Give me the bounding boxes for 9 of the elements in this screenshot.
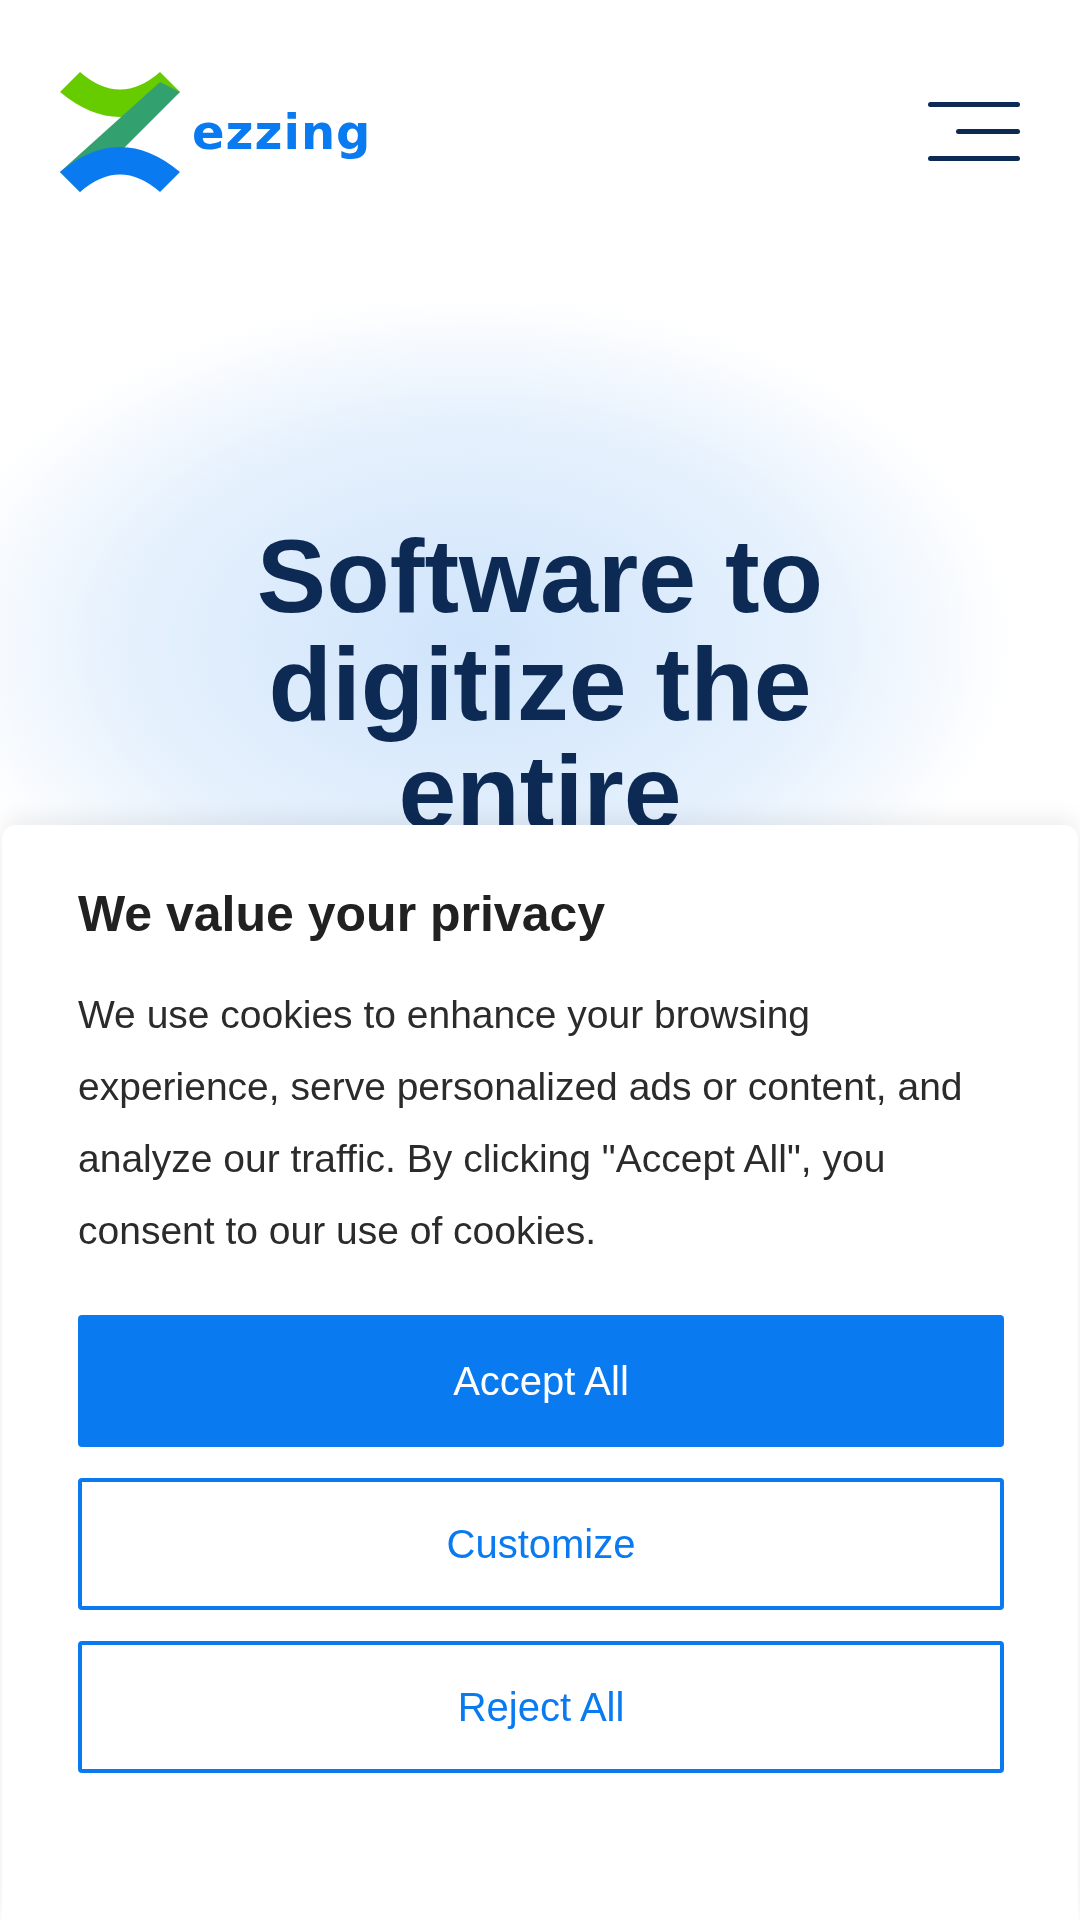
menu-icon[interactable] — [928, 100, 1020, 164]
banner-title: We value your privacy — [78, 885, 607, 943]
logo-mark-icon — [60, 72, 180, 192]
accept-button[interactable]: Accept All — [78, 1315, 1004, 1447]
banner-text: We use cookies to enhance your browsing experience, serve personalized ads or content, and analyze our traffic. By clicking "Accept All", you consent to our use of cookies. — [78, 992, 964, 1254]
option-button[interactable]: Customize — [78, 1478, 1004, 1610]
option-button[interactable]: Reject All — [78, 1641, 1004, 1773]
logo-text: ezzing — [192, 104, 372, 160]
hero-heading: Software to digitize the entire — [255, 522, 825, 846]
